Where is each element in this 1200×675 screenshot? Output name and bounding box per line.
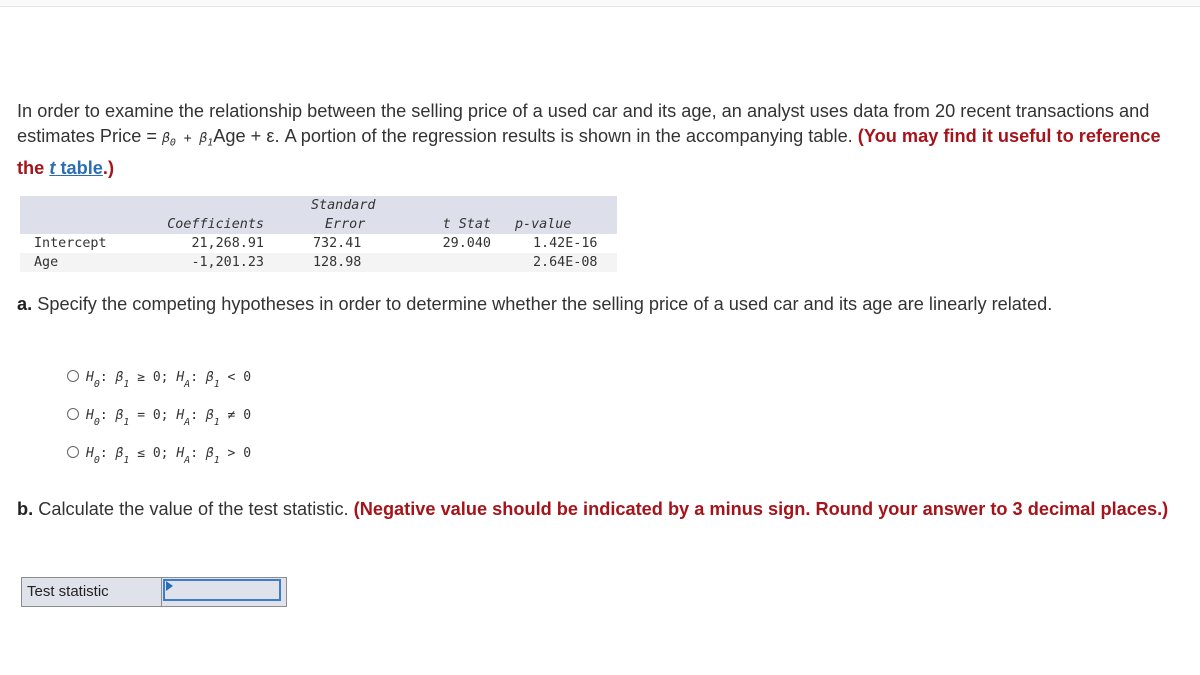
t-stat-cell [379,253,491,272]
part-a-label: a. [17,294,33,314]
table-row: Intercept 21,268.91 732.41 29.040 1.42E-… [20,234,617,253]
part-a-text: Specify the competing hypotheses in orde… [32,294,1053,314]
hypothesis-text: H0: β1 = 0; HA: β1 ≠ 0 [86,408,252,428]
radio-button[interactable] [67,370,79,382]
intro-text-2: Age + ε. A portion of the regression res… [213,126,858,146]
header-blank [20,196,124,234]
header-p-value: p-value [515,217,572,232]
header-t-stat: t Stat [442,217,491,232]
t-stat-cell: 29.040 [442,236,491,251]
top-bar [0,0,1200,7]
hypothesis-text: H0: β1 ≥ 0; HA: β1 < 0 [86,370,252,390]
p-value-cell: 1.42E-16 [533,236,598,251]
table-header-row: Coefficients Standard Error t Stat p-valu… [20,196,617,234]
p-value-cell: 2.64E-08 [533,255,598,270]
beta1-symbol: β1 [199,131,214,149]
part-a-prompt: a. Specify the competing hypotheses in o… [17,292,1187,317]
t-table-link[interactable]: t table [49,158,103,178]
test-statistic-input[interactable] [163,579,281,601]
hypothesis-option[interactable]: H0: β1 = 0; HA: β1 ≠ 0 [67,398,251,436]
coefficient-cell: -1,201.23 [191,255,264,270]
part-b-text: Calculate the value of the test statisti… [33,499,354,519]
std-error-cell: 732.41 [313,236,362,251]
question-intro: In order to examine the relationship bet… [17,99,1187,181]
test-statistic-input-wrap [162,578,286,606]
part-b-note: (Negative value should be indicated by a… [353,499,1169,519]
coefficient-cell: 21,268.91 [191,236,264,251]
test-statistic-row: Test statistic [21,577,287,607]
row-label: Intercept [34,236,107,251]
part-b-prompt: b. Calculate the value of the test stati… [17,497,1187,522]
hypothesis-option[interactable]: H0: β1 ≥ 0; HA: β1 < 0 [67,360,251,398]
input-flag-icon [166,581,173,591]
table-row: Age -1,201.23 128.98 2.64E-08 [20,253,617,272]
regression-table: Coefficients Standard Error t Stat p-valu… [20,196,617,272]
hypothesis-options: H0: β1 ≥ 0; HA: β1 < 0 H0: β1 = 0; HA: β… [67,360,251,474]
part-b-label: b. [17,499,34,519]
hypothesis-option[interactable]: H0: β1 ≤ 0; HA: β1 > 0 [67,436,251,474]
beta0-symbol: β0 [162,131,176,149]
std-error-cell: 128.98 [313,255,362,270]
test-statistic-label: Test statistic [22,578,162,606]
hypothesis-text: H0: β1 ≤ 0; HA: β1 > 0 [86,446,252,466]
header-standard-error: Standard Error [311,198,376,232]
radio-button[interactable] [67,446,79,458]
row-label: Age [34,255,59,270]
radio-button[interactable] [67,408,79,420]
header-coefficients: Coefficients [167,217,264,232]
plus-sign: + [175,131,200,146]
